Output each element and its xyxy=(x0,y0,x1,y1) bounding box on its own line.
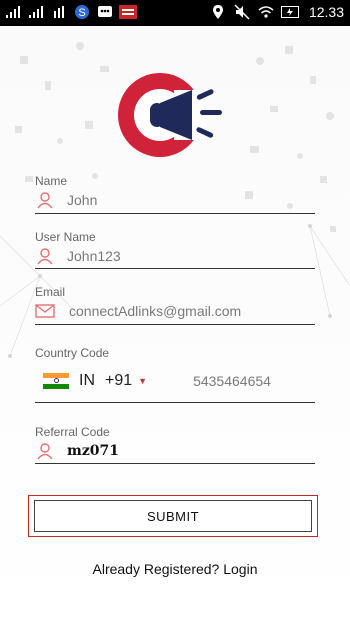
login-link[interactable]: Already Registered? Login xyxy=(0,561,350,577)
sync-icon: S xyxy=(73,3,91,21)
name-field[interactable]: John xyxy=(35,187,315,213)
battery-icon xyxy=(280,3,299,21)
bbm-icon xyxy=(96,3,114,21)
username-label: User Name xyxy=(35,230,96,244)
user-icon xyxy=(35,246,55,266)
username-field[interactable]: John123 xyxy=(35,243,315,269)
svg-text:S: S xyxy=(78,7,85,19)
mute-icon xyxy=(233,3,251,21)
app-logo xyxy=(118,73,222,157)
email-field[interactable]: connectAdlinks@gmail.com xyxy=(35,298,315,324)
dropdown-arrow-icon[interactable]: ▼ xyxy=(138,376,147,386)
referral-value: mz071 xyxy=(67,443,119,459)
referral-code-field[interactable]: mz071 xyxy=(35,438,315,464)
signal-icon xyxy=(4,3,22,21)
india-flag-icon xyxy=(43,373,69,389)
email-value: connectAdlinks@gmail.com xyxy=(69,303,242,319)
mail-icon xyxy=(35,301,55,321)
name-label: Name xyxy=(35,174,68,188)
clock: 12.33 xyxy=(308,4,344,20)
status-bar: S 12.33 xyxy=(0,0,350,26)
submit-focus-ring: SUBMIT xyxy=(28,495,318,537)
name-underline xyxy=(35,213,315,214)
app-icon xyxy=(119,3,137,21)
country-code-field[interactable]: IN +91 ▼ 5435464654 xyxy=(35,368,315,394)
referral-code-label: Referral Code xyxy=(35,425,110,439)
user-icon xyxy=(35,441,55,461)
country-code-label: Country Code xyxy=(35,346,110,360)
submit-button[interactable]: SUBMIT xyxy=(34,500,312,532)
name-value: John xyxy=(67,192,98,208)
country-iso: IN xyxy=(79,372,95,389)
phone-value[interactable]: 5435464654 xyxy=(193,373,271,389)
user-icon xyxy=(35,190,55,210)
referral-code-underline xyxy=(35,463,315,464)
email-label: Email xyxy=(35,285,66,299)
dial-code: +91 xyxy=(105,372,133,389)
signal-icon xyxy=(27,3,45,21)
email-underline xyxy=(35,324,315,325)
wifi-icon xyxy=(257,3,275,21)
location-icon xyxy=(209,3,227,21)
country-code-underline xyxy=(35,402,315,403)
username-value: John123 xyxy=(67,248,121,264)
data-icon xyxy=(50,3,68,21)
username-underline xyxy=(35,268,315,269)
